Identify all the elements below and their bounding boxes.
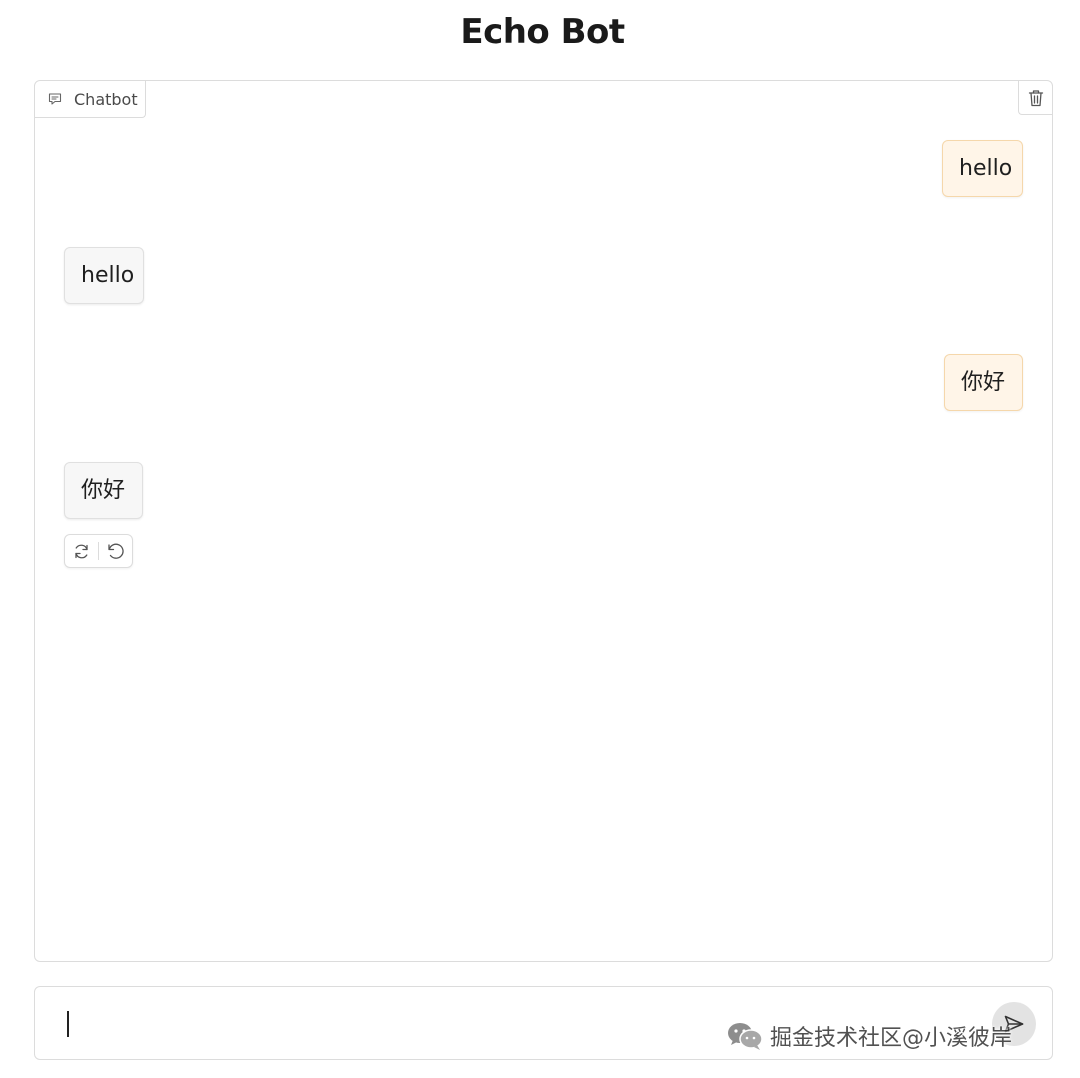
user-message: hello bbox=[942, 140, 1023, 197]
undo-icon bbox=[106, 542, 125, 560]
retry-button[interactable] bbox=[65, 535, 98, 567]
watermark: 掘金技术社区@小溪彼岸 bbox=[726, 1016, 1012, 1056]
page: Echo Bot Chatbot hello hello 你好 你好 掘金技术社… bbox=[0, 0, 1080, 1078]
chat-icon bbox=[48, 92, 62, 106]
page-title: Echo Bot bbox=[460, 12, 625, 52]
chatbot-label-text: Chatbot bbox=[74, 89, 138, 109]
chatbot-panel: Chatbot bbox=[34, 80, 1053, 962]
chatbot-label: Chatbot bbox=[35, 81, 146, 118]
retry-icon bbox=[73, 543, 90, 560]
clear-chat-button[interactable] bbox=[1018, 81, 1052, 115]
text-caret bbox=[67, 1011, 69, 1037]
bot-message: 你好 bbox=[64, 462, 143, 519]
user-message: 你好 bbox=[944, 354, 1023, 411]
bot-message: hello bbox=[64, 247, 144, 304]
message-actions bbox=[64, 534, 133, 568]
trash-icon bbox=[1028, 89, 1044, 107]
undo-button[interactable] bbox=[99, 535, 132, 567]
watermark-text: 掘金技术社区@小溪彼岸 bbox=[770, 1026, 1013, 1051]
wechat-icon bbox=[726, 1021, 764, 1051]
